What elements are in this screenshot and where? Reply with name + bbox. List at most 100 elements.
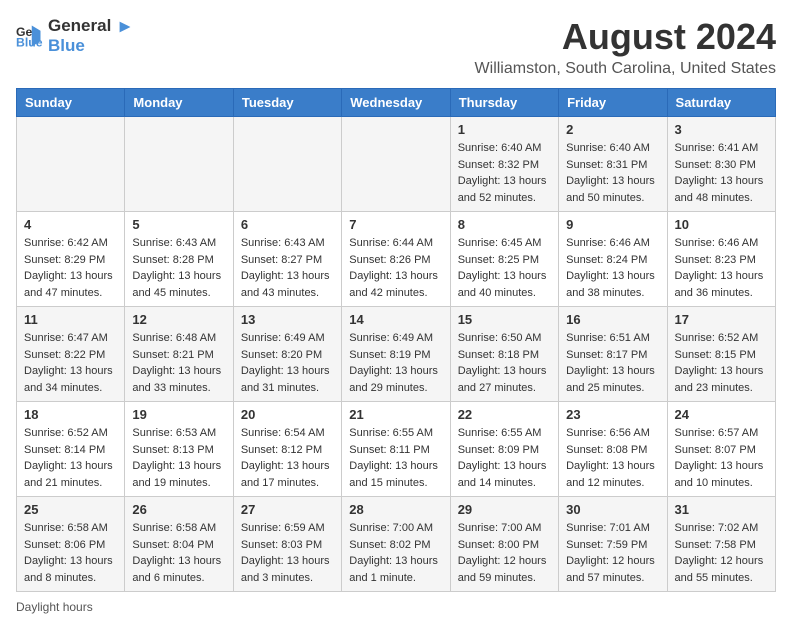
day-number: 11 bbox=[24, 312, 117, 327]
calendar-cell: 1 Sunrise: 6:40 AMSunset: 8:32 PMDaylight… bbox=[450, 117, 558, 212]
calendar-cell bbox=[17, 117, 125, 212]
day-info: Sunrise: 6:49 AMSunset: 8:19 PMDaylight:… bbox=[349, 330, 442, 396]
day-info: Sunrise: 6:52 AMSunset: 8:15 PMDaylight:… bbox=[675, 330, 768, 396]
day-number: 16 bbox=[566, 312, 659, 327]
weekday-header-tuesday: Tuesday bbox=[233, 89, 341, 117]
calendar-cell: 9 Sunrise: 6:46 AMSunset: 8:24 PMDaylight… bbox=[559, 212, 667, 307]
day-number: 14 bbox=[349, 312, 442, 327]
logo-icon: Gen Blue bbox=[16, 22, 44, 50]
calendar-cell: 10 Sunrise: 6:46 AMSunset: 8:23 PMDayligh… bbox=[667, 212, 775, 307]
day-info: Sunrise: 6:46 AMSunset: 8:23 PMDaylight:… bbox=[675, 235, 768, 301]
calendar-cell bbox=[233, 117, 341, 212]
calendar-cell: 16 Sunrise: 6:51 AMSunset: 8:17 PMDayligh… bbox=[559, 307, 667, 402]
day-number: 21 bbox=[349, 407, 442, 422]
day-info: Sunrise: 6:44 AMSunset: 8:26 PMDaylight:… bbox=[349, 235, 442, 301]
day-number: 12 bbox=[132, 312, 225, 327]
calendar-cell: 17 Sunrise: 6:52 AMSunset: 8:15 PMDayligh… bbox=[667, 307, 775, 402]
day-number: 31 bbox=[675, 502, 768, 517]
day-number: 23 bbox=[566, 407, 659, 422]
day-number: 22 bbox=[458, 407, 551, 422]
day-number: 19 bbox=[132, 407, 225, 422]
day-info: Sunrise: 6:47 AMSunset: 8:22 PMDaylight:… bbox=[24, 330, 117, 396]
title-area: August 2024 Williamston, South Carolina,… bbox=[475, 16, 776, 78]
calendar-cell bbox=[342, 117, 450, 212]
day-info: Sunrise: 7:02 AMSunset: 7:58 PMDaylight:… bbox=[675, 520, 768, 586]
weekday-header-saturday: Saturday bbox=[667, 89, 775, 117]
calendar-cell: 2Sunrise: 6:40 AMSunset: 8:31 PMDaylight… bbox=[559, 117, 667, 212]
calendar-cell: 24Sunrise: 6:57 AMSunset: 8:07 PMDayligh… bbox=[667, 402, 775, 497]
calendar-cell: 28 Sunrise: 7:00 AMSunset: 8:02 PMDayligh… bbox=[342, 497, 450, 592]
day-info: Sunrise: 6:43 AMSunset: 8:28 PMDaylight:… bbox=[132, 235, 225, 301]
day-info: Sunrise: 7:00 AMSunset: 8:02 PMDaylight:… bbox=[349, 520, 442, 586]
day-number: 30 bbox=[566, 502, 659, 517]
calendar-cell: 6 Sunrise: 6:43 AMSunset: 8:27 PMDaylight… bbox=[233, 212, 341, 307]
logo-line1: General bbox=[48, 16, 134, 36]
logo: Gen Blue General Blue bbox=[16, 16, 134, 57]
day-number: 15 bbox=[458, 312, 551, 327]
day-info: Sunrise: 6:48 AMSunset: 8:21 PMDaylight:… bbox=[132, 330, 225, 396]
week-row-1: 1 Sunrise: 6:40 AMSunset: 8:32 PMDaylight… bbox=[17, 117, 776, 212]
day-info: Sunrise: 6:59 AMSunset: 8:03 PMDaylight:… bbox=[241, 520, 334, 586]
day-number: 7 bbox=[349, 217, 442, 232]
day-number: 25 bbox=[24, 502, 117, 517]
day-info: Sunrise: 6:55 AMSunset: 8:11 PMDaylight:… bbox=[349, 425, 442, 491]
day-info: Sunrise: 6:40 AMSunset: 8:32 PMDaylight:… bbox=[458, 140, 551, 206]
day-info: Sunrise: 6:43 AMSunset: 8:27 PMDaylight:… bbox=[241, 235, 334, 301]
calendar-cell bbox=[125, 117, 233, 212]
day-number: 4 bbox=[24, 217, 117, 232]
calendar-cell: 15 Sunrise: 6:50 AMSunset: 8:18 PMDayligh… bbox=[450, 307, 558, 402]
day-info: Sunrise: 6:55 AMSunset: 8:09 PMDaylight:… bbox=[458, 425, 551, 491]
day-number: 9 bbox=[566, 217, 659, 232]
day-info: Sunrise: 6:46 AMSunset: 8:24 PMDaylight:… bbox=[566, 235, 659, 301]
week-row-5: 25 Sunrise: 6:58 AMSunset: 8:06 PMDayligh… bbox=[17, 497, 776, 592]
day-number: 26 bbox=[132, 502, 225, 517]
day-info: Sunrise: 6:42 AMSunset: 8:29 PMDaylight:… bbox=[24, 235, 117, 301]
week-row-3: 11 Sunrise: 6:47 AMSunset: 8:22 PMDayligh… bbox=[17, 307, 776, 402]
calendar-cell: 21 Sunrise: 6:55 AMSunset: 8:11 PMDayligh… bbox=[342, 402, 450, 497]
day-info: Sunrise: 6:54 AMSunset: 8:12 PMDaylight:… bbox=[241, 425, 334, 491]
day-number: 17 bbox=[675, 312, 768, 327]
calendar-cell: 12 Sunrise: 6:48 AMSunset: 8:21 PMDayligh… bbox=[125, 307, 233, 402]
day-number: 1 bbox=[458, 122, 551, 137]
calendar-cell: 14 Sunrise: 6:49 AMSunset: 8:19 PMDayligh… bbox=[342, 307, 450, 402]
day-info: Sunrise: 6:50 AMSunset: 8:18 PMDaylight:… bbox=[458, 330, 551, 396]
header: Gen Blue General Blue August 2024 Willia… bbox=[16, 16, 776, 78]
calendar-cell: 26 Sunrise: 6:58 AMSunset: 8:04 PMDayligh… bbox=[125, 497, 233, 592]
day-info: Sunrise: 6:51 AMSunset: 8:17 PMDaylight:… bbox=[566, 330, 659, 396]
day-number: 13 bbox=[241, 312, 334, 327]
day-number: 10 bbox=[675, 217, 768, 232]
calendar-body: 1 Sunrise: 6:40 AMSunset: 8:32 PMDaylight… bbox=[17, 117, 776, 592]
day-info: Sunrise: 6:40 AMSunset: 8:31 PMDaylight:… bbox=[566, 140, 659, 206]
weekday-header-sunday: Sunday bbox=[17, 89, 125, 117]
svg-text:Blue: Blue bbox=[16, 36, 43, 50]
week-row-2: 4 Sunrise: 6:42 AMSunset: 8:29 PMDaylight… bbox=[17, 212, 776, 307]
page-subtitle: Williamston, South Carolina, United Stat… bbox=[475, 60, 776, 78]
day-number: 29 bbox=[458, 502, 551, 517]
day-number: 5 bbox=[132, 217, 225, 232]
calendar-table: SundayMondayTuesdayWednesdayThursdayFrid… bbox=[16, 88, 776, 592]
calendar-cell: 27 Sunrise: 6:59 AMSunset: 8:03 PMDayligh… bbox=[233, 497, 341, 592]
calendar-cell: 7 Sunrise: 6:44 AMSunset: 8:26 PMDaylight… bbox=[342, 212, 450, 307]
logo-line2: Blue bbox=[48, 36, 134, 56]
day-number: 20 bbox=[241, 407, 334, 422]
calendar-cell: 11 Sunrise: 6:47 AMSunset: 8:22 PMDayligh… bbox=[17, 307, 125, 402]
calendar-cell: 29Sunrise: 7:00 AMSunset: 8:00 PMDayligh… bbox=[450, 497, 558, 592]
day-info: Sunrise: 6:45 AMSunset: 8:25 PMDaylight:… bbox=[458, 235, 551, 301]
calendar-cell: 23Sunrise: 6:56 AMSunset: 8:08 PMDayligh… bbox=[559, 402, 667, 497]
calendar-cell: 18Sunrise: 6:52 AMSunset: 8:14 PMDayligh… bbox=[17, 402, 125, 497]
day-number: 24 bbox=[675, 407, 768, 422]
weekday-header-friday: Friday bbox=[559, 89, 667, 117]
day-info: Sunrise: 6:49 AMSunset: 8:20 PMDaylight:… bbox=[241, 330, 334, 396]
calendar-cell: 20 Sunrise: 6:54 AMSunset: 8:12 PMDayligh… bbox=[233, 402, 341, 497]
day-number: 28 bbox=[349, 502, 442, 517]
day-number: 6 bbox=[241, 217, 334, 232]
calendar-cell: 22 Sunrise: 6:55 AMSunset: 8:09 PMDayligh… bbox=[450, 402, 558, 497]
day-number: 27 bbox=[241, 502, 334, 517]
calendar-cell: 8Sunrise: 6:45 AMSunset: 8:25 PMDaylight… bbox=[450, 212, 558, 307]
day-info: Sunrise: 6:58 AMSunset: 8:04 PMDaylight:… bbox=[132, 520, 225, 586]
day-number: 18 bbox=[24, 407, 117, 422]
calendar-cell: 30Sunrise: 7:01 AMSunset: 7:59 PMDayligh… bbox=[559, 497, 667, 592]
calendar-cell: 25 Sunrise: 6:58 AMSunset: 8:06 PMDayligh… bbox=[17, 497, 125, 592]
day-info: Sunrise: 6:58 AMSunset: 8:06 PMDaylight:… bbox=[24, 520, 117, 586]
calendar-cell: 4 Sunrise: 6:42 AMSunset: 8:29 PMDaylight… bbox=[17, 212, 125, 307]
